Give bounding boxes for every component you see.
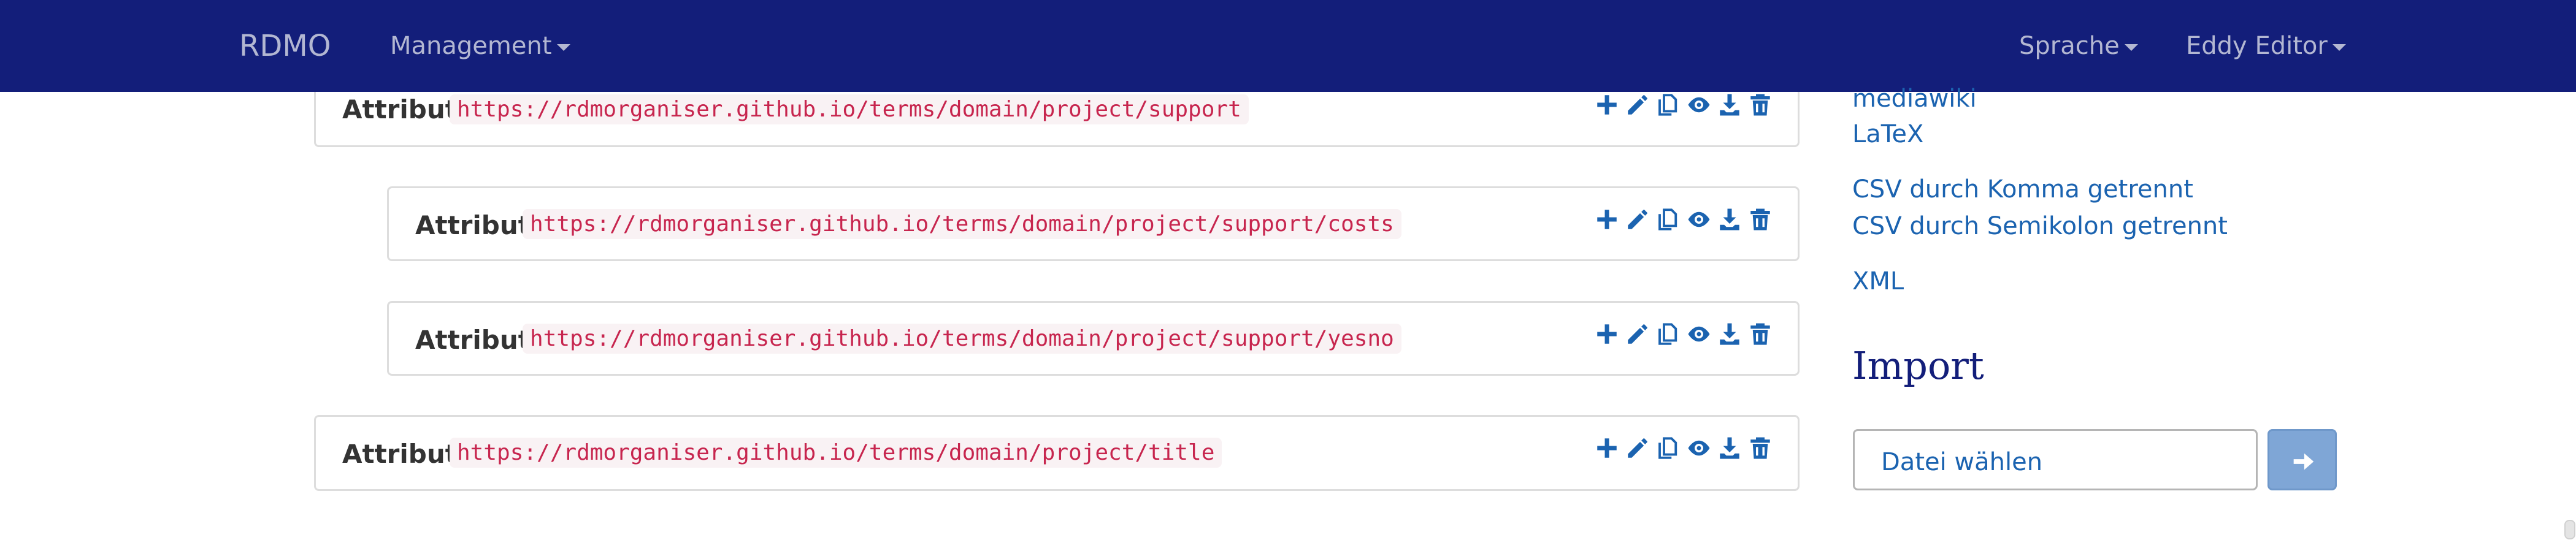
attribute-uri: https://rdmorganiser.github.io/terms/dom… [523, 209, 1401, 239]
pencil-icon[interactable] [1625, 435, 1650, 461]
eye-icon[interactable] [1686, 207, 1712, 232]
eye-icon[interactable] [1686, 92, 1712, 118]
user-dropdown[interactable]: Eddy Editor [2186, 0, 2346, 92]
export-csv-semicolon-link[interactable]: CSV durch Semikolon getrennt [1852, 212, 2228, 240]
pencil-icon[interactable] [1625, 321, 1650, 347]
attribute-panel: Attribut https://rdmorganiser.github.io/… [387, 186, 1800, 261]
scrollbar-handle[interactable] [2564, 520, 2575, 539]
language-dropdown[interactable]: Sprache [2019, 0, 2138, 92]
element-actions [1594, 207, 1773, 237]
attribute-label: Attribut [415, 325, 531, 355]
trash-icon[interactable] [1747, 321, 1773, 347]
attribute-panel: Attribut https://rdmorganiser.github.io/… [314, 415, 1800, 491]
attribute-panel: Attribut https://rdmorganiser.github.io/… [314, 92, 1800, 147]
management-dropdown[interactable]: Management [390, 0, 570, 92]
caret-down-icon [2332, 44, 2346, 51]
download-icon[interactable] [1717, 207, 1742, 232]
pencil-icon[interactable] [1625, 92, 1650, 118]
attribute-uri: https://rdmorganiser.github.io/terms/dom… [523, 324, 1401, 354]
copy-icon[interactable] [1655, 321, 1681, 347]
pencil-icon[interactable] [1625, 207, 1650, 232]
trash-icon[interactable] [1747, 92, 1773, 118]
user-label: Eddy Editor [2186, 32, 2328, 60]
copy-icon[interactable] [1655, 92, 1681, 118]
plus-icon[interactable] [1594, 435, 1620, 461]
element-actions [1594, 435, 1773, 466]
export-csv-comma-link[interactable]: CSV durch Komma getrennt [1852, 175, 2193, 204]
attribute-uri: https://rdmorganiser.github.io/terms/dom… [450, 438, 1222, 468]
attribute-label: Attribut [342, 439, 458, 469]
copy-icon[interactable] [1655, 207, 1681, 232]
import-heading: Import [1852, 343, 1984, 388]
language-label: Sprache [2019, 32, 2120, 60]
export-mediawiki-link[interactable]: mediawiki [1852, 85, 1977, 113]
trash-icon[interactable] [1747, 435, 1773, 461]
upload-button[interactable] [2267, 429, 2337, 490]
download-icon[interactable] [1717, 321, 1742, 347]
copy-icon[interactable] [1655, 435, 1681, 461]
eye-icon[interactable] [1686, 321, 1712, 347]
attribute-label: Attribut [415, 210, 531, 240]
eye-icon[interactable] [1686, 435, 1712, 461]
file-input[interactable]: Datei wählen [1853, 429, 2258, 490]
download-icon[interactable] [1717, 435, 1742, 461]
download-icon[interactable] [1717, 92, 1742, 118]
plus-icon[interactable] [1594, 207, 1620, 232]
export-xml-link[interactable]: XML [1852, 267, 1904, 295]
element-actions [1594, 92, 1773, 123]
element-actions [1594, 321, 1773, 352]
attribute-uri: https://rdmorganiser.github.io/terms/dom… [450, 94, 1249, 124]
arrow-right-icon [2293, 453, 2314, 470]
attribute-panel: Attribut https://rdmorganiser.github.io/… [387, 301, 1800, 376]
management-label: Management [390, 32, 552, 60]
plus-icon[interactable] [1594, 321, 1620, 347]
trash-icon[interactable] [1747, 207, 1773, 232]
brand-link[interactable]: RDMO [239, 0, 331, 92]
caret-down-icon [2124, 44, 2138, 51]
file-input-placeholder: Datei wählen [1881, 448, 2043, 476]
plus-icon[interactable] [1594, 92, 1620, 118]
attribute-label: Attribut [342, 94, 458, 124]
navbar: RDMO Management Sprache Eddy Editor [0, 0, 2576, 92]
caret-down-icon [556, 44, 570, 51]
export-latex-link[interactable]: LaTeX [1852, 120, 1923, 148]
